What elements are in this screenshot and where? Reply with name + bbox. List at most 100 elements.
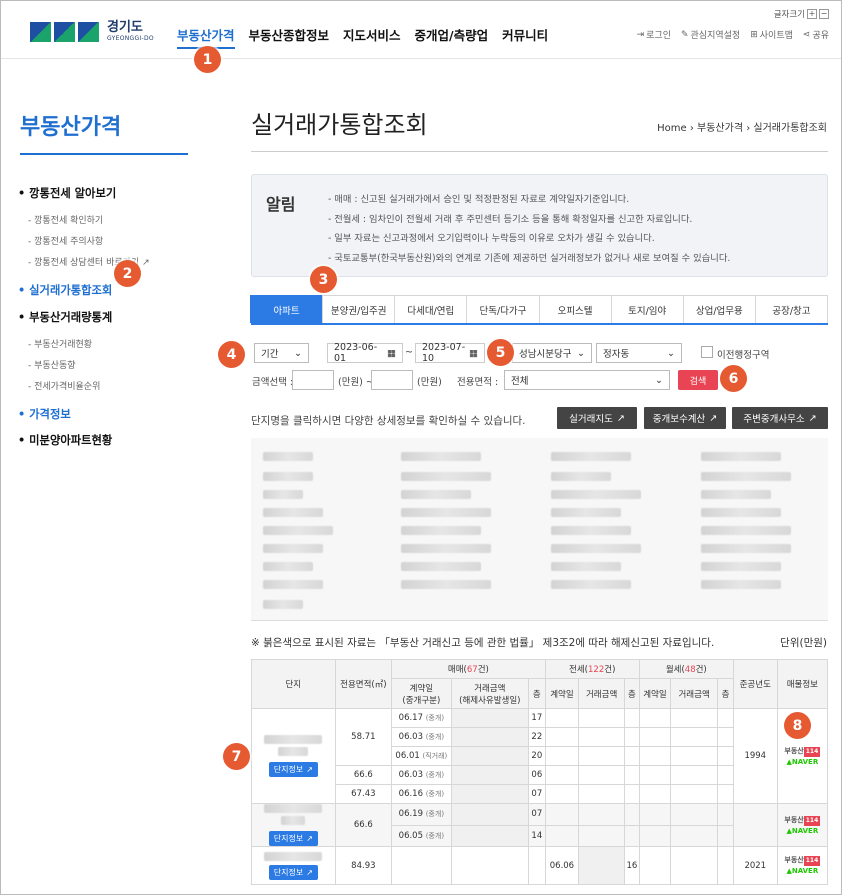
area-cell: 58.71 xyxy=(334,708,393,766)
sitemap-link[interactable]: ⊞ 사이트맵 xyxy=(750,28,793,42)
tab-land[interactable]: 토지/임야 xyxy=(610,295,684,323)
tab-factory[interactable]: 공장/창고 xyxy=(754,295,828,323)
contract-cell: 06.17 (중개) xyxy=(391,708,452,728)
nav-community[interactable]: 커뮤니티 xyxy=(502,25,548,49)
partner-link-r114[interactable]: 부동산 114 xyxy=(778,855,827,866)
notice-line: - 국토교통부(한국부동산원)와의 연계로 기존에 제공하던 실거래정보가 없거… xyxy=(328,252,731,264)
amount-max-input[interactable] xyxy=(371,370,413,390)
nav-map-service[interactable]: 지도서비스 xyxy=(343,25,401,49)
breadcrumb-home[interactable]: Home xyxy=(657,123,687,134)
col-danji: 단지 xyxy=(251,659,336,709)
col-j-contract: 계약일 xyxy=(544,678,580,709)
floor-cell: 14 xyxy=(527,824,546,847)
partner-link-r114[interactable]: 부동산 114 xyxy=(778,815,827,826)
sidebar-title: 부동산가격 xyxy=(20,109,188,155)
col-jeonse: 전세(122건) xyxy=(544,659,640,679)
contract-cell: 06.03 (중개) xyxy=(391,765,452,785)
chevron-down-icon: ⌄ xyxy=(655,374,663,386)
nav-brokerage[interactable]: 중개업/측량업 xyxy=(415,25,489,49)
nav-real-estate-info[interactable]: 부동산종합정보 xyxy=(249,25,330,49)
danji-info-button[interactable]: 단지정보 ↗ xyxy=(268,831,318,846)
floor-cell: 16 xyxy=(624,846,640,885)
partner-link-r114[interactable]: 부동산 114 xyxy=(778,746,827,757)
sitemap-icon: ⊞ xyxy=(750,29,758,40)
tab-presale-right[interactable]: 분양권/입주권 xyxy=(322,295,396,323)
badge-2: 2 xyxy=(114,260,141,287)
sidebar-item-jeonse-check[interactable]: • 깡통전세 알아보기 xyxy=(18,185,208,201)
listing-cell: 부동산 114 ▲NAVER xyxy=(776,803,829,847)
partner-link-naver[interactable]: ▲NAVER xyxy=(778,757,827,767)
trade-table: 단지 전용면적(㎡) 매매(67건) 전세(122건) 월세(48건) 준공년도… xyxy=(251,659,829,885)
logo-subtext: GYEONGGI-DO xyxy=(107,35,154,42)
tab-detached[interactable]: 단독/다가구 xyxy=(466,295,540,323)
sidebar-sub-center[interactable]: - 깡통전세 상담센터 바로가기 ↗ xyxy=(18,255,208,268)
sidebar-sub-trade-status[interactable]: - 부동산거래현황 xyxy=(18,337,208,350)
sidebar-item-unsold-apt[interactable]: • 미분양아파트현황 xyxy=(18,432,208,448)
font-minus-button[interactable]: − xyxy=(819,9,829,19)
notice-box: 알림 - 매매 : 신고된 실거래가에서 승인 및 적정판정된 자료로 계약일자… xyxy=(251,174,828,277)
col-j-price: 거래금액 xyxy=(578,678,626,709)
login-link[interactable]: ⇥ 로그인 xyxy=(636,28,671,42)
nearby-broker-button[interactable]: 주변중개사무소 ↗ xyxy=(732,407,828,429)
sidebar-item-volume-stats[interactable]: • 부동산거래량통계 xyxy=(18,309,208,325)
sidebar-item-price-info[interactable]: • 가격정보 xyxy=(18,406,208,422)
sidebar-sub-trend[interactable]: - 부동산동향 xyxy=(18,358,208,371)
sidebar-sub-confirm[interactable]: - 깡통전세 확인하기 xyxy=(18,213,208,226)
page-title: 실거래가통합조회 xyxy=(251,111,428,139)
district-select[interactable]: 성남시분당구 ⌄ xyxy=(512,343,592,363)
date-from-input[interactable]: 2023-06-01 ▦ xyxy=(327,342,403,364)
trade-map-button[interactable]: 실거래지도 ↗ xyxy=(557,407,637,429)
date-to-input[interactable]: 2023-07-10 ▦ xyxy=(415,342,485,364)
area-select[interactable]: 전체 ⌄ xyxy=(504,370,670,390)
partner-link-naver[interactable]: ▲NAVER xyxy=(778,826,827,836)
notice-footnote: ※ 붉은색으로 표시된 자료는 「부동산 거래신고 등에 관한 법률」 제3조2… xyxy=(251,637,715,649)
global-nav: 부동산가격 부동산종합정보 지도서비스 중개업/측량업 커뮤니티 xyxy=(177,25,548,49)
amount-min-input[interactable] xyxy=(292,370,334,390)
chevron-down-icon: ⌄ xyxy=(294,347,302,359)
old-admin-checkbox[interactable] xyxy=(701,346,713,358)
font-plus-button[interactable]: + xyxy=(807,9,817,19)
col-w-contract: 계약일 xyxy=(638,678,672,709)
date-tilde: ~ xyxy=(405,347,413,358)
tab-officetel[interactable]: 오피스텔 xyxy=(538,295,612,323)
fee-calc-button[interactable]: 중개보수계산 ↗ xyxy=(644,407,726,429)
sidebar-sub-caution[interactable]: - 깡통전세 주의사항 xyxy=(18,234,208,247)
external-link-icon: ↗ xyxy=(306,867,313,877)
tab-apartment[interactable]: 아파트 xyxy=(250,295,324,323)
browser-frame: 경기도 GYEONGGI-DO 부동산가격 부동산종합정보 지도서비스 중개업/… xyxy=(0,0,842,895)
sidebar-menu: • 깡통전세 알아보기 - 깡통전세 확인하기 - 깡통전세 주의사항 - 깡통… xyxy=(18,176,208,448)
notice-line: - 매매 : 신고된 실거래가에서 승인 및 적정판정된 자료로 계약일자기준입… xyxy=(328,194,630,205)
floor-cell: 06 xyxy=(527,765,546,785)
sidebar-item-real-trade[interactable]: • 실거래가통합조회 xyxy=(18,282,208,298)
dong-select[interactable]: 정자동 ⌄ xyxy=(596,343,682,363)
danji-info-button[interactable]: 단지정보 ↗ xyxy=(268,864,318,880)
complex-list-items[interactable] xyxy=(251,438,828,620)
chevron-down-icon: ⌄ xyxy=(667,347,675,359)
external-link-icon: ↗ xyxy=(616,412,625,424)
partner-link-naver[interactable]: ▲NAVER xyxy=(778,866,827,876)
calendar-icon[interactable]: ▦ xyxy=(469,348,478,359)
search-button[interactable]: 검색 xyxy=(678,370,718,390)
table-row: 단지정보 ↗ 66.6 06.19 (중개) 07 부동산 114 ▲NAVER xyxy=(251,803,829,847)
sidebar-sub-ratio-rank[interactable]: - 전세가격비율순위 xyxy=(18,379,208,392)
danji-info-button[interactable]: 단지정보 ↗ xyxy=(268,762,318,777)
calendar-icon[interactable]: ▦ xyxy=(387,348,396,359)
badge-1: 1 xyxy=(194,46,221,73)
share-link[interactable]: ⋖ 공유 xyxy=(803,28,829,42)
breadcrumb: Home › 부동산가격 › 실거래가통합조회 xyxy=(657,123,827,134)
badge-3: 3 xyxy=(310,266,337,293)
floor-cell: 20 xyxy=(527,746,546,766)
col-wolse: 월세(48건) xyxy=(638,659,734,679)
period-select[interactable]: 기간 ⌄ xyxy=(254,343,309,363)
breadcrumb-price[interactable]: 부동산가격 xyxy=(697,123,743,134)
tab-multiplex[interactable]: 다세대/연립 xyxy=(394,295,468,323)
price-cell xyxy=(450,824,529,847)
tab-commercial[interactable]: 상업/업무용 xyxy=(682,295,756,323)
col-price: 거래금액 (해제사유발생일) xyxy=(450,678,529,709)
j-contract-cell: 06.06 xyxy=(544,846,580,885)
gyeonggi-logo[interactable]: 경기도 GYEONGGI-DO xyxy=(30,21,154,42)
price-cell xyxy=(450,708,529,728)
login-icon: ⇥ xyxy=(636,29,645,40)
region-setting-link[interactable]: ✎ 관심지역설정 xyxy=(681,28,740,42)
price-cell xyxy=(450,727,529,747)
